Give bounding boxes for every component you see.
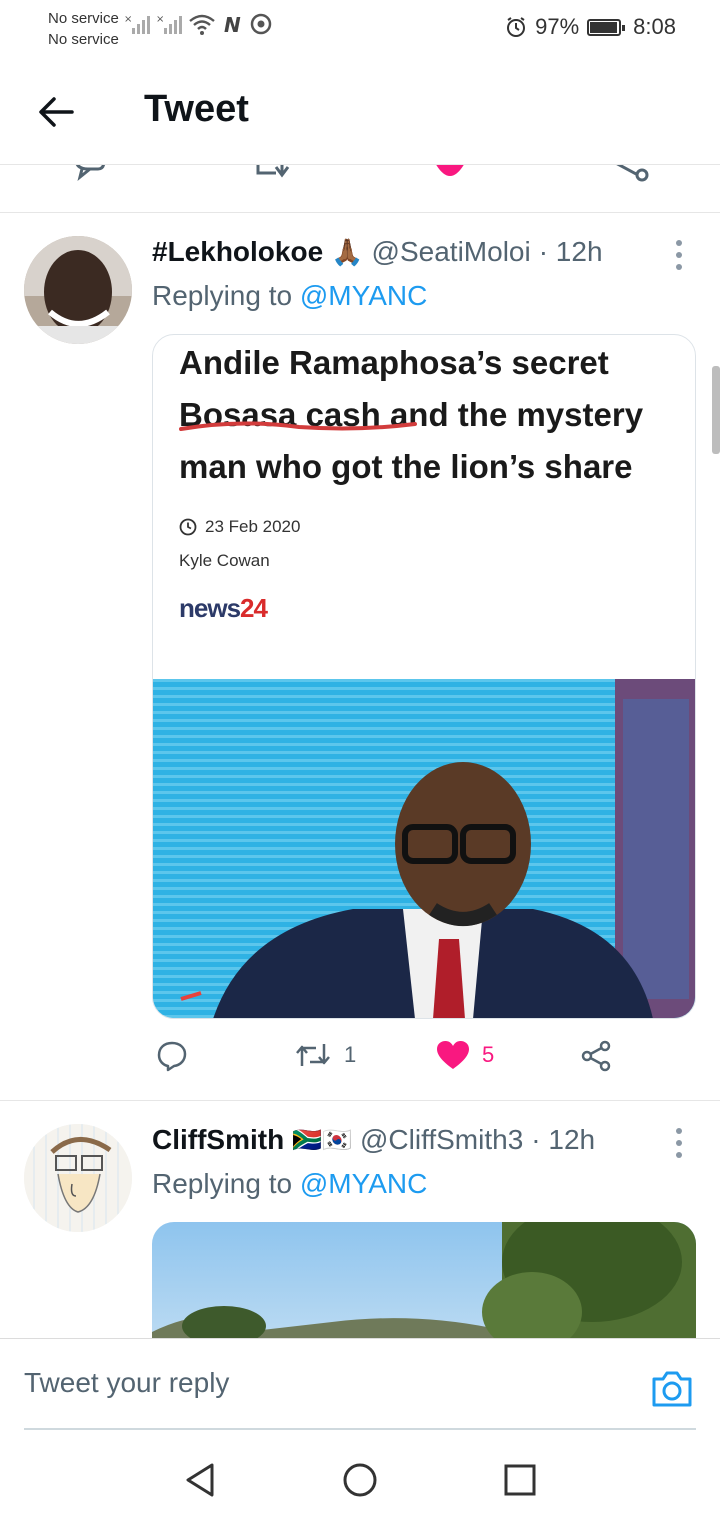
retweet-button[interactable]: 1 — [294, 1040, 356, 1070]
tweet[interactable]: #Lekholokoe 🙏🏾 @SeatiMoloi · 12h Replyin… — [0, 212, 720, 1100]
link-card[interactable]: Andile Ramaphosa’s secret Bosasa cash an… — [152, 334, 696, 1019]
reply-button[interactable] — [156, 1040, 188, 1072]
retweet-count: 1 — [344, 1042, 357, 1067]
card-photo — [153, 679, 695, 1018]
wifi-icon — [189, 14, 215, 35]
more-options-icon[interactable] — [674, 240, 684, 270]
name-emoji: 🇿🇦🇰🇷 — [292, 1126, 352, 1154]
timestamp: · 12h — [538, 236, 603, 267]
replying-to: Replying to @MYANC — [152, 1168, 427, 1200]
reply-icon — [157, 1041, 187, 1072]
scrollbar[interactable] — [712, 366, 720, 454]
clock: 8:08 — [633, 14, 676, 39]
share-button[interactable] — [580, 1040, 612, 1072]
username[interactable]: @CliffSmith3 — [360, 1124, 523, 1156]
like-count: 5 — [482, 1042, 495, 1067]
username[interactable]: @SeatiMoloi — [372, 236, 531, 268]
page-title: Tweet — [144, 88, 249, 130]
avatar[interactable] — [24, 236, 132, 344]
top-app-bar: Tweet — [0, 60, 720, 164]
carrier-line-2: No service — [48, 31, 119, 48]
replying-prefix: Replying to — [152, 280, 293, 311]
back-arrow-icon[interactable] — [34, 90, 78, 134]
svg-text:×: × — [156, 14, 164, 25]
nav-back-icon[interactable] — [182, 1462, 218, 1498]
card-headline: Andile Ramaphosa’s secret Bosasa cash an… — [179, 344, 644, 485]
tweet-header: #Lekholokoe 🙏🏾 @SeatiMoloi · 12h — [152, 236, 603, 268]
share-icon[interactable] — [608, 164, 650, 183]
display-name[interactable]: #Lekholokoe — [152, 236, 323, 268]
headline-underline — [179, 421, 417, 431]
battery-fill — [590, 21, 618, 33]
nav-recents-icon[interactable] — [502, 1462, 538, 1498]
reply-composer: Tweet your reply — [0, 1338, 720, 1430]
retweet-icon — [296, 1044, 330, 1066]
clock-icon — [179, 518, 197, 536]
system-nav-bar — [0, 1430, 720, 1520]
alarm-icon — [507, 17, 526, 37]
camera-icon[interactable] — [650, 1369, 694, 1409]
avatar[interactable] — [24, 1124, 132, 1232]
retweet-icon[interactable] — [254, 164, 294, 183]
nav-home-icon[interactable] — [342, 1462, 378, 1498]
replying-prefix: Replying to — [152, 1168, 293, 1199]
status-right: 97% 8:08 — [505, 14, 676, 40]
tweet[interactable]: CliffSmith 🇿🇦🇰🇷 @CliffSmith3 · 12h Reply… — [0, 1100, 720, 1338]
previous-tweet-actions — [0, 164, 720, 212]
tweet-header: CliffSmith 🇿🇦🇰🇷 @CliffSmith3 · 12h — [152, 1124, 595, 1156]
signal-icon: × — [124, 14, 150, 34]
tweet-media[interactable] — [152, 1222, 696, 1338]
replying-to: Replying to @MYANC — [152, 280, 427, 312]
name-emoji: 🙏🏾 — [331, 236, 364, 267]
mention-link[interactable]: @MYANC — [300, 1168, 427, 1199]
tweet-actions: 1 5 — [152, 1040, 696, 1080]
svg-text:×: × — [124, 14, 132, 25]
like-icon[interactable] — [430, 164, 470, 183]
card-author: Kyle Cowan — [179, 551, 270, 570]
status-bar: No service No service × × N 97% 8:08 — [0, 0, 720, 60]
card-date-text: 23 Feb 2020 — [205, 517, 301, 536]
chrome-icon — [250, 13, 272, 35]
svg-text:N: N — [224, 13, 241, 35]
share-icon — [581, 1040, 611, 1072]
battery-icon — [587, 18, 626, 36]
reply-input[interactable]: Tweet your reply — [24, 1367, 229, 1399]
mention-link[interactable]: @MYANC — [300, 280, 427, 311]
like-button[interactable]: 5 — [436, 1040, 494, 1070]
timestamp: · 12h — [531, 1124, 596, 1155]
card-date: 23 Feb 2020 — [179, 517, 300, 537]
heart-filled-icon — [437, 1041, 469, 1069]
carrier-info: No service No service — [48, 8, 119, 50]
news24-logo: news24 — [179, 593, 268, 623]
carrier-line-1: No service — [48, 10, 119, 27]
battery-percent: 97% — [535, 14, 580, 39]
more-options-icon[interactable] — [674, 1128, 684, 1158]
nfc-icon: N — [224, 13, 241, 35]
signal-icons: × × N — [124, 12, 272, 36]
reply-icon[interactable] — [72, 164, 108, 185]
signal-icon: × — [156, 14, 182, 34]
display-name[interactable]: CliffSmith — [152, 1124, 284, 1156]
